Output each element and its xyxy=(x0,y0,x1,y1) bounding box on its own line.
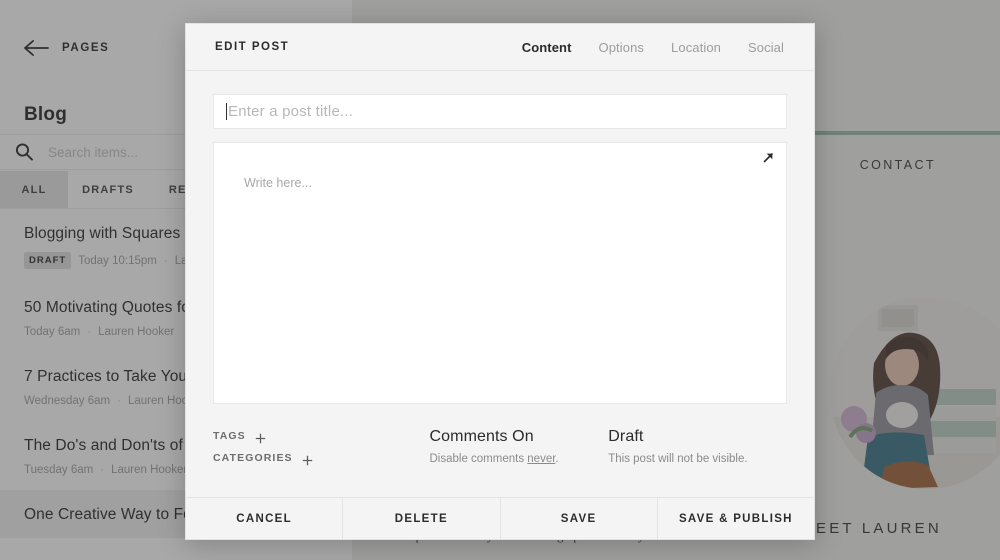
comments-sub-suffix: . xyxy=(555,453,559,465)
plus-icon[interactable] xyxy=(255,431,266,443)
save-and-publish-button[interactable]: SAVE & PUBLISH xyxy=(656,498,814,539)
tab-location[interactable]: Location xyxy=(671,40,721,55)
post-body-placeholder: Write here... xyxy=(244,176,312,190)
edit-post-modal: EDIT POST Content Options Location Socia… xyxy=(185,23,815,540)
status-subtext: This post will not be visible. xyxy=(608,453,748,465)
comments-heading: Comments On xyxy=(429,428,534,445)
modal-tabs: Content Options Location Social xyxy=(522,40,784,55)
delete-button[interactable]: DELETE xyxy=(342,498,499,539)
add-tags-control[interactable]: TAGS xyxy=(213,430,429,443)
post-title-input[interactable]: Enter a post title... xyxy=(213,94,787,129)
comments-subtext: Disable comments never. xyxy=(429,453,608,465)
add-categories-control[interactable]: CATEGORIES xyxy=(213,452,429,465)
expand-arrow-icon[interactable] xyxy=(761,150,776,165)
modal-header: EDIT POST Content Options Location Socia… xyxy=(186,24,814,71)
save-button[interactable]: SAVE xyxy=(499,498,657,539)
post-meta-row: TAGS CATEGORIES Comments On Disable comm… xyxy=(213,428,787,474)
post-title-placeholder: Enter a post title... xyxy=(228,103,354,120)
tags-label: TAGS xyxy=(213,430,246,442)
modal-footer: CANCEL DELETE SAVE SAVE & PUBLISH xyxy=(186,497,814,539)
tab-options[interactable]: Options xyxy=(599,40,645,55)
modal-title: EDIT POST xyxy=(215,41,290,53)
modal-body: Enter a post title... Write here... TAGS xyxy=(186,71,814,497)
post-status[interactable]: Draft This post will not be visible. xyxy=(608,428,787,465)
cancel-button[interactable]: CANCEL xyxy=(186,498,342,539)
tags-categories-group: TAGS CATEGORIES xyxy=(213,428,429,474)
comments-setting[interactable]: Comments On Disable comments never. xyxy=(429,428,608,465)
text-caret xyxy=(226,103,227,120)
comments-sub-prefix: Disable comments xyxy=(429,453,528,465)
post-body-editor[interactable]: Write here... xyxy=(213,142,787,404)
categories-label: CATEGORIES xyxy=(213,452,293,464)
plus-icon[interactable] xyxy=(302,453,313,465)
tab-content[interactable]: Content xyxy=(522,40,572,55)
screen: CONTACT EET LAUREN PAGES Blog Search ite… xyxy=(0,0,1000,560)
status-heading: Draft xyxy=(608,428,644,445)
tab-social[interactable]: Social xyxy=(748,40,784,55)
comments-sub-link[interactable]: never xyxy=(527,453,555,465)
